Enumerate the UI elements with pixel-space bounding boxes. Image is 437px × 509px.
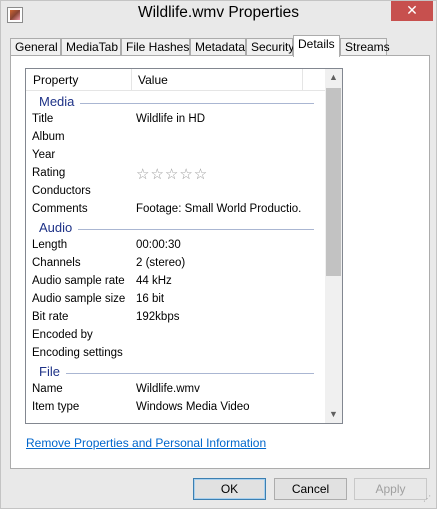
properties-list[interactable]: Property Value Media Title Wildlife in HD A… — [25, 68, 343, 424]
property-name: Length — [32, 239, 68, 251]
property-row[interactable]: Rating ☆☆☆☆☆ — [26, 165, 326, 183]
property-name: Encoding settings — [32, 347, 123, 359]
group-label: Media — [39, 94, 81, 109]
tab-security[interactable]: Security — [246, 38, 294, 56]
details-panel: Property Value Media Title Wildlife in HD A… — [10, 55, 430, 469]
group-label: Audio — [39, 220, 79, 235]
tab-general[interactable]: General — [10, 38, 61, 56]
title-bar[interactable]: Wildlife.wmv Properties ✕ — [1, 1, 436, 31]
property-name: Comments — [32, 203, 88, 215]
column-header-value[interactable]: Value — [138, 73, 168, 87]
property-value[interactable]: Windows Media Video — [136, 401, 301, 413]
property-rows: Media Title Wildlife in HD Album Year Rating ☆… — [26, 93, 326, 417]
property-row[interactable]: Conductors — [26, 183, 326, 201]
property-value[interactable]: 16 bit — [136, 293, 301, 305]
property-value[interactable]: 192kbps — [136, 311, 301, 323]
property-row[interactable]: Length 00:00:30 — [26, 237, 326, 255]
property-row[interactable]: Year — [26, 147, 326, 165]
scroll-thumb[interactable] — [326, 88, 341, 276]
property-row[interactable]: Audio sample size 16 bit — [26, 291, 326, 309]
group-header[interactable]: Media — [26, 93, 326, 111]
property-row[interactable]: Channels 2 (stereo) — [26, 255, 326, 273]
property-name: Item type — [32, 401, 80, 413]
property-name: Audio sample size — [32, 293, 126, 305]
property-row[interactable]: Comments Footage: Small World Productio..… — [26, 201, 326, 219]
property-name: Rating — [32, 167, 66, 179]
column-header-property[interactable]: Property — [33, 73, 78, 87]
rating-stars-icon[interactable]: ☆☆☆☆☆ — [136, 165, 208, 183]
tab-streams[interactable]: Streams — [340, 38, 390, 56]
property-row[interactable]: Album — [26, 129, 326, 147]
property-name: Audio sample rate — [32, 275, 125, 287]
property-row[interactable]: Item type Windows Media Video — [26, 399, 326, 417]
property-name: Title — [32, 113, 54, 125]
property-value[interactable]: Wildlife in HD — [136, 113, 301, 125]
group-header[interactable]: Audio — [26, 219, 326, 237]
remove-properties-link[interactable]: Remove Properties and Personal Informati… — [26, 436, 266, 450]
tab-mediatab[interactable]: MediaTab — [61, 38, 121, 56]
property-value[interactable]: Footage: Small World Productio... — [136, 203, 301, 215]
scroll-down-icon[interactable]: ▼ — [325, 406, 342, 423]
close-button[interactable]: ✕ — [391, 1, 433, 21]
group-header[interactable]: File — [26, 363, 326, 381]
column-divider[interactable] — [302, 69, 303, 91]
ok-button[interactable]: OK — [193, 478, 266, 500]
property-row[interactable]: Title Wildlife in HD — [26, 111, 326, 129]
property-row[interactable]: Encoded by — [26, 327, 326, 345]
tab-metadata[interactable]: Metadata — [190, 38, 246, 56]
property-row[interactable]: Audio sample rate 44 kHz — [26, 273, 326, 291]
property-value[interactable]: Wildlife.wmv — [136, 383, 301, 395]
properties-window: Wildlife.wmv Properties ✕ General MediaTa… — [0, 0, 437, 509]
property-value[interactable]: 00:00:30 — [136, 239, 301, 251]
property-name: Bit rate — [32, 311, 69, 323]
tab-details[interactable]: Details — [293, 35, 340, 57]
group-divider — [40, 103, 314, 104]
property-name: Conductors — [32, 185, 91, 197]
property-name: Channels — [32, 257, 81, 269]
property-row[interactable]: Name Wildlife.wmv — [26, 381, 326, 399]
tab-file-hashes[interactable]: File Hashes — [121, 38, 190, 56]
property-row[interactable]: Encoding settings — [26, 345, 326, 363]
group-divider — [40, 373, 314, 374]
window-title: Wildlife.wmv Properties — [137, 4, 300, 21]
property-value[interactable]: 2 (stereo) — [136, 257, 301, 269]
property-name: Encoded by — [32, 329, 93, 341]
scroll-up-icon[interactable]: ▲ — [325, 69, 342, 86]
property-name: Album — [32, 131, 65, 143]
list-header: Property Value — [26, 69, 326, 91]
column-divider[interactable] — [131, 69, 132, 91]
group-label: File — [39, 364, 66, 379]
tab-strip: General MediaTab File Hashes Metadata Securi… — [10, 35, 430, 57]
property-row[interactable]: Bit rate 192kbps — [26, 309, 326, 327]
property-name: Name — [32, 383, 63, 395]
apply-button[interactable]: Apply — [354, 478, 427, 500]
resize-grip-icon[interactable]: ⋰ — [423, 495, 433, 505]
vertical-scrollbar[interactable]: ▲ ▼ — [325, 69, 342, 423]
property-name: Year — [32, 149, 56, 161]
group-divider — [40, 229, 314, 230]
cancel-button[interactable]: Cancel — [274, 478, 347, 500]
property-value[interactable]: 44 kHz — [136, 275, 301, 287]
